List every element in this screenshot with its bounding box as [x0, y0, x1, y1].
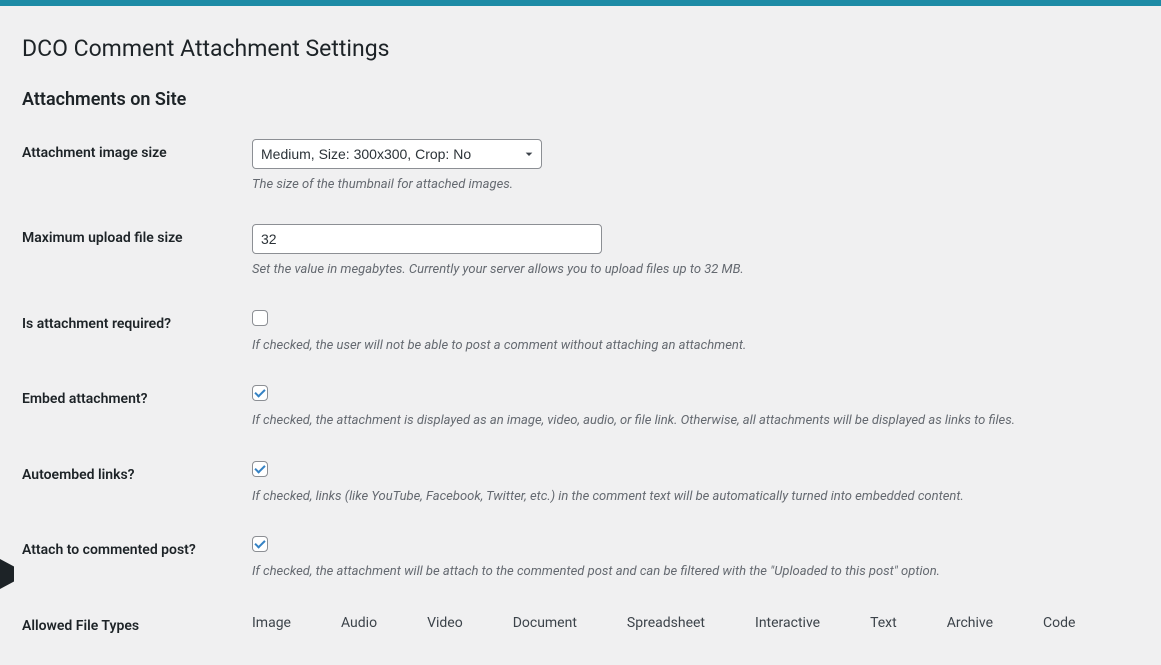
- label-embed: Embed attachment?: [22, 370, 242, 446]
- file-type-archive: Archive: [947, 615, 993, 631]
- row-attach-post: Attach to commented post? If checked, th…: [22, 521, 1121, 597]
- file-type-spreadsheet: Spreadsheet: [627, 615, 705, 631]
- file-type-image: Image: [252, 615, 291, 631]
- checkbox-autoembed[interactable]: [252, 461, 268, 477]
- page-title: DCO Comment Attachment Settings: [22, 34, 1121, 64]
- label-required: Is attachment required?: [22, 295, 242, 371]
- checkbox-required[interactable]: [252, 310, 268, 326]
- file-type-interactive: Interactive: [755, 615, 820, 631]
- label-file-types: Allowed File Types: [22, 597, 242, 655]
- row-autoembed: Autoembed links? If checked, links (like…: [22, 446, 1121, 522]
- settings-form-table: Attachment image size Medium, Size: 300x…: [22, 124, 1121, 655]
- file-type-headers: Image Audio Video Document Spreadsheet I…: [252, 615, 1111, 631]
- checkbox-embed[interactable]: [252, 385, 268, 401]
- checkbox-attach-post[interactable]: [252, 536, 268, 552]
- settings-wrap: DCO Comment Attachment Settings Attachme…: [2, 16, 1141, 665]
- input-max-upload[interactable]: [252, 224, 602, 254]
- description-image-size: The size of the thumbnail for attached i…: [252, 175, 1111, 195]
- description-attach-post: If checked, the attachment will be attac…: [252, 562, 1111, 582]
- description-autoembed: If checked, links (like YouTube, Faceboo…: [252, 487, 1111, 507]
- description-max-upload: Set the value in megabytes. Currently yo…: [252, 260, 1111, 280]
- file-type-code: Code: [1043, 615, 1075, 631]
- section-title: Attachments on Site: [22, 89, 1121, 110]
- row-file-types: Allowed File Types Image Audio Video Doc…: [22, 597, 1121, 655]
- file-type-document: Document: [513, 615, 577, 631]
- description-required: If checked, the user will not be able to…: [252, 336, 1111, 356]
- select-image-size[interactable]: Medium, Size: 300x300, Crop: No: [252, 139, 542, 169]
- label-attach-post: Attach to commented post?: [22, 521, 242, 597]
- description-embed: If checked, the attachment is displayed …: [252, 411, 1111, 431]
- file-type-text: Text: [870, 615, 897, 631]
- file-type-audio: Audio: [341, 615, 377, 631]
- label-autoembed: Autoembed links?: [22, 446, 242, 522]
- row-required: Is attachment required? If checked, the …: [22, 295, 1121, 371]
- row-max-upload: Maximum upload file size Set the value i…: [22, 209, 1121, 295]
- file-type-video: Video: [427, 615, 463, 631]
- admin-bar: [0, 0, 1161, 6]
- label-image-size: Attachment image size: [22, 124, 242, 210]
- label-max-upload: Maximum upload file size: [22, 209, 242, 295]
- row-embed: Embed attachment? If checked, the attach…: [22, 370, 1121, 446]
- row-image-size: Attachment image size Medium, Size: 300x…: [22, 124, 1121, 210]
